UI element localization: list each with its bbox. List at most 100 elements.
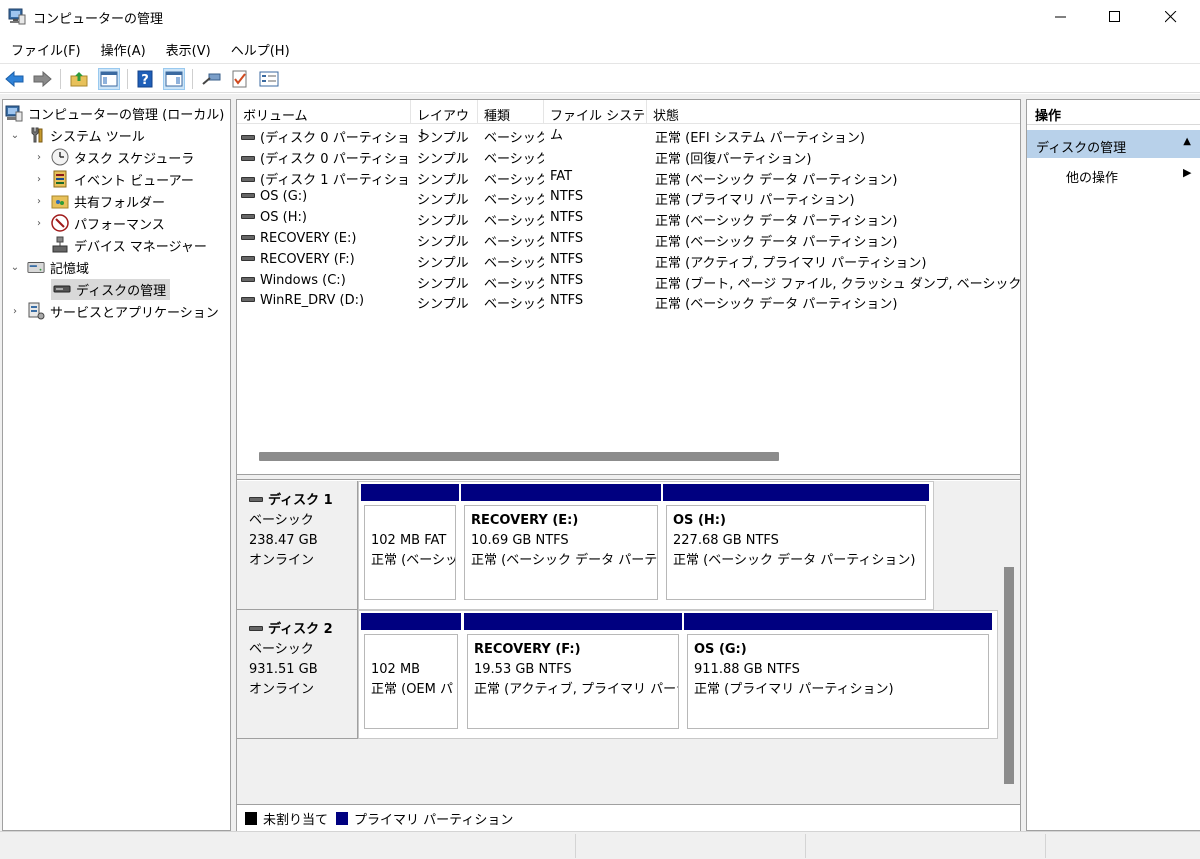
table-row[interactable]: Windows (C:) シンプル ベーシック NTFS 正常 (ブート, ページ ファ… [237, 271, 1020, 292]
chevron-right-icon[interactable]: › [33, 152, 45, 163]
menu-help[interactable]: ヘルプ(H) [221, 37, 300, 61]
cell-volume-text: OS (G:) [260, 189, 308, 205]
chevron-down-icon[interactable]: ⌄ [9, 262, 21, 273]
cell-layout: シンプル [417, 252, 477, 271]
partition-block[interactable]: OS (H:) 227.68 GB NTFS 正常 (ベーシック データ パーティシ… [663, 484, 929, 600]
column-header-status[interactable]: 状態 [647, 100, 1020, 124]
table-row[interactable]: RECOVERY (E:) シンプル ベーシック NTFS 正常 (ベーシック データ … [237, 229, 1020, 250]
cell-layout: シンプル [417, 127, 477, 146]
menu-view[interactable]: 表示(V) [156, 37, 221, 61]
partition-details: 102 MB FAT 正常 (ベーシッ: [364, 505, 456, 600]
table-row[interactable]: RECOVERY (F:) シンプル ベーシック NTFS 正常 (アクティブ, プライ… [237, 250, 1020, 271]
toolbar-separator [127, 69, 128, 89]
chevron-right-icon[interactable]: › [9, 306, 21, 317]
tree-item-shared-folders[interactable]: › 共有フォルダー [33, 190, 165, 212]
horizontal-scrollbar-thumb[interactable] [259, 452, 779, 461]
disk-name: ディスク 2 [249, 620, 357, 640]
check-button[interactable] [229, 68, 251, 90]
disk-info[interactable]: ディスク 2 ベーシック 931.51 GB オンライン [237, 610, 358, 739]
disk-info[interactable]: ディスク 1 ベーシック 238.47 GB オンライン [237, 481, 358, 610]
disk-name-text: ディスク 2 [268, 622, 333, 637]
title-bar: コンピューターの管理 [0, 0, 1200, 34]
table-row[interactable]: OS (G:) シンプル ベーシック NTFS 正常 (プライマリ パーティション) [237, 187, 1020, 208]
tree-label: タスク スケジューラ [74, 151, 195, 167]
show-action-pane-button[interactable] [163, 68, 185, 90]
tree-item-task-scheduler[interactable]: › タスク スケジューラ [33, 146, 194, 168]
tree-item-device-manager[interactable]: デバイス マネージャー [51, 234, 207, 256]
cell-filesystem-text: NTFS [550, 272, 584, 288]
table-row[interactable]: WinRE_DRV (D:) シンプル ベーシック NTFS 正常 (ベーシック データ… [237, 291, 1020, 312]
connect-button[interactable] [200, 68, 222, 90]
partition-status: 正常 (ベーシック データ パーティション) [673, 553, 916, 568]
cell-status: 正常 (アクティブ, プライマリ パーティション) [655, 252, 1020, 271]
chevron-right-icon[interactable]: › [33, 196, 45, 207]
partition-status: 正常 (ベーシッ: [371, 553, 456, 568]
forward-button[interactable] [31, 68, 53, 90]
chevron-down-icon[interactable]: ⌄ [9, 130, 21, 141]
table-row[interactable]: (ディスク 0 パーティション 1) シンプルベーシック 正常 (EFI システム … [237, 125, 1020, 146]
partition-size: 10.69 GB NTFS [471, 533, 569, 548]
show-hide-tree-button[interactable] [98, 68, 120, 90]
column-header-filesystem[interactable]: ファイル システム [544, 100, 647, 143]
menu-file[interactable]: ファイル(F) [0, 37, 91, 61]
vertical-scrollbar-thumb[interactable] [1004, 567, 1014, 784]
close-icon [1165, 11, 1177, 23]
horizontal-scrollbar[interactable] [237, 447, 1020, 464]
disk-icon [249, 626, 263, 631]
volume-icon [241, 297, 255, 303]
volume-icon [241, 276, 255, 282]
cell-layout-text: シンプル [417, 172, 469, 188]
column-header-volume[interactable]: ボリューム [237, 100, 411, 124]
partition-block[interactable]: 102 MB 正常 (OEM パ [361, 613, 461, 729]
collapse-arrow-icon[interactable]: ▲ [1183, 136, 1191, 147]
cell-status: 正常 (プライマリ パーティション) [655, 189, 1020, 208]
disk-properties-button[interactable] [258, 68, 280, 90]
minimize-button[interactable] [1032, 0, 1090, 34]
actions-group-disk-management[interactable]: ディスクの管理 ▲ [1027, 130, 1200, 158]
cell-status-text: 正常 (EFI システム パーティション) [655, 131, 865, 146]
tree-item-storage[interactable]: ⌄ 記憶域 [9, 256, 89, 278]
menu-action[interactable]: 操作(A) [91, 37, 156, 61]
tree-label: デバイス マネージャー [74, 239, 207, 255]
pane-splitter[interactable] [237, 474, 1020, 480]
help-icon: ? [137, 70, 153, 88]
back-button[interactable] [4, 68, 26, 90]
partition-block[interactable]: RECOVERY (E:) 10.69 GB NTFS 正常 (ベーシック データ … [461, 484, 661, 600]
tree-item-event-viewer[interactable]: › イベント ビューアー [33, 168, 194, 190]
chevron-right-icon[interactable]: › [33, 174, 45, 185]
partition-block[interactable]: RECOVERY (F:) 19.53 GB NTFS 正常 (アクティブ, プライ… [464, 613, 682, 729]
submenu-arrow-icon[interactable]: ▶ [1183, 166, 1191, 179]
partition-block[interactable]: 102 MB FAT 正常 (ベーシッ: [361, 484, 459, 600]
menu-bar: ファイル(F) 操作(A) 表示(V) ヘルプ(H) [0, 37, 300, 61]
cell-filesystem: NTFS [550, 252, 645, 267]
partition-details: RECOVERY (E:) 10.69 GB NTFS 正常 (ベーシック データ … [464, 505, 658, 600]
disk-size: 238.47 GB [249, 533, 318, 548]
cell-volume-text: (ディスク 0 パーティション 1) [260, 131, 411, 146]
table-row[interactable]: (ディスク 0 パーティション 4) シンプルベーシック 正常 (回復パーティション… [237, 146, 1020, 167]
more-actions-link[interactable]: 他の操作 [1066, 167, 1118, 186]
maximize-button[interactable] [1086, 0, 1144, 34]
help-button[interactable]: ? [134, 68, 156, 90]
tree-label: イベント ビューアー [74, 173, 194, 189]
table-row[interactable]: (ディスク 1 パーティション 1) シンプルベーシック FAT 正常 (ベーシック … [237, 167, 1020, 188]
table-row[interactable]: OS (H:) シンプル ベーシック NTFS 正常 (ベーシック データ パーティショ… [237, 208, 1020, 229]
cell-volume-text: OS (H:) [260, 210, 307, 226]
close-button[interactable] [1142, 0, 1200, 34]
partition-block[interactable]: OS (G:) 911.88 GB NTFS 正常 (プライマリ パーティション) [684, 613, 992, 729]
cell-volume: WinRE_DRV (D:) [241, 293, 411, 308]
volume-icon [241, 214, 255, 220]
chevron-right-icon[interactable]: › [33, 218, 45, 229]
cell-type: ベーシック [484, 210, 544, 229]
tree-item-root[interactable]: コンピューターの管理 (ローカル) [5, 102, 224, 124]
tree-item-performance[interactable]: › パフォーマンス [33, 212, 165, 234]
tree-item-system-tools[interactable]: ⌄ システム ツール [9, 124, 145, 146]
tree-item-services-apps[interactable]: › サービスとアプリケーション [9, 300, 219, 322]
status-bar-separator [805, 834, 806, 858]
cell-type: ベーシック [484, 252, 544, 271]
column-header-layout[interactable]: レイアウト [411, 100, 478, 143]
tree-item-disk-management[interactable]: ディスクの管理 [51, 278, 171, 300]
tree-label: パフォーマンス [74, 217, 165, 233]
column-header-type[interactable]: 種類 [478, 100, 544, 124]
up-one-level-button[interactable] [68, 68, 90, 90]
cell-type: ベーシック [484, 273, 544, 292]
